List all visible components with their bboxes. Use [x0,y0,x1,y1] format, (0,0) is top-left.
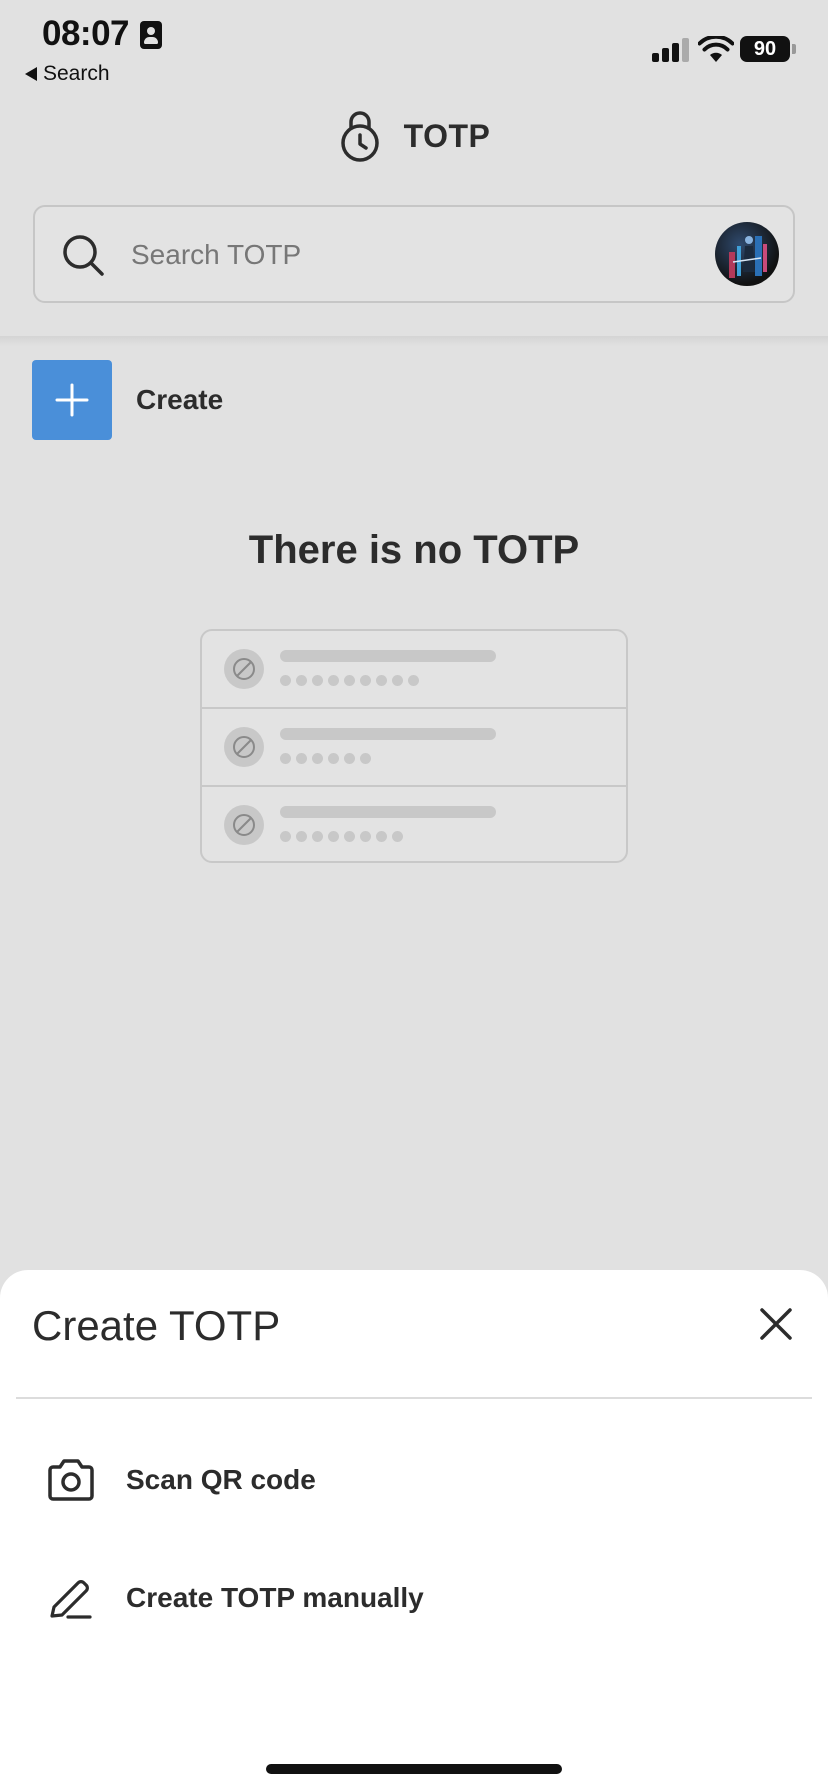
status-bar: 08:07 Search 90 [0,0,828,90]
placeholder-line [280,650,496,662]
avatar[interactable] [715,222,779,286]
disabled-icon [224,649,264,689]
placeholder-dots [280,831,403,842]
page-title: TOTP [403,117,491,154]
lock-clock-icon [340,111,379,162]
disabled-icon [224,727,264,767]
back-to-search-link[interactable]: Search [25,62,110,86]
app-header: TOTP [0,104,828,168]
home-indicator[interactable] [266,1764,562,1774]
placeholder-dots [280,753,371,764]
scan-qr-code-label: Scan QR code [126,1464,316,1495]
battery-cap [792,44,796,54]
create-label: Create [136,384,224,415]
screen: 08:07 Search 90 TOTP Search TOTP Create … [0,0,828,1792]
placeholder-row [202,709,626,787]
search-bar[interactable] [33,205,795,303]
empty-state-illustration [200,629,628,863]
battery-indicator: 90 [740,36,790,62]
disabled-icon [224,805,264,845]
sheet-title: Create TOTP [32,1302,281,1349]
close-icon[interactable] [752,1300,800,1348]
back-arrow-icon [25,67,37,81]
pen-icon [50,1580,92,1619]
wifi-icon [698,36,734,62]
avatar-image [729,236,767,278]
search-input[interactable] [131,231,631,279]
scan-qr-code-button[interactable]: Scan QR code [46,1458,316,1502]
placeholder-row [202,631,626,709]
status-time: 08:07 [42,14,130,53]
sheet-divider [16,1397,812,1399]
create-manually-label: Create TOTP manually [126,1582,424,1613]
placeholder-line [280,728,496,740]
create-button[interactable]: Create [32,360,223,440]
header-divider [0,336,828,346]
contact-card-icon [140,21,162,49]
create-manually-button[interactable]: Create TOTP manually [46,1576,424,1620]
placeholder-row [202,787,626,861]
empty-state-title: There is no TOTP [248,528,580,572]
search-icon [63,235,104,276]
plus-icon [32,360,112,440]
placeholder-dots [280,675,419,686]
camera-icon [48,1459,94,1501]
cellular-signal-icon [652,38,690,62]
create-totp-sheet: Create TOTP Scan QR code Create TOTP man… [0,1270,828,1792]
back-label: Search [43,62,110,85]
placeholder-line [280,806,496,818]
